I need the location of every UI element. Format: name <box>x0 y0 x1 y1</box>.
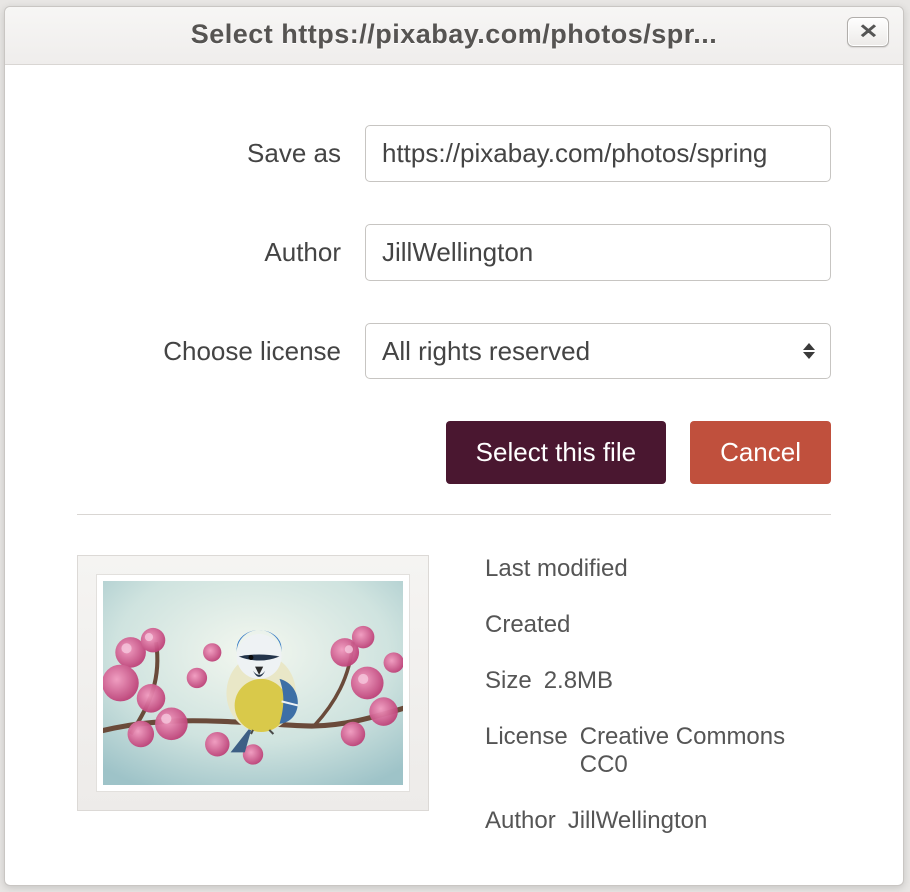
save-as-row: Save as <box>77 125 831 182</box>
save-as-label: Save as <box>77 138 365 169</box>
thumbnail-frame <box>77 555 429 811</box>
metadata-list: Last modified Created Size 2.8MB License… <box>485 555 831 863</box>
file-metadata-section: Last modified Created Size 2.8MB License… <box>77 555 831 863</box>
close-button[interactable]: ✕ <box>847 17 889 47</box>
meta-value: JillWellington <box>568 807 708 835</box>
meta-label: Author <box>485 807 556 835</box>
meta-label: Created <box>485 611 570 639</box>
meta-label: Size <box>485 667 532 695</box>
license-row: Choose license All rights reserved <box>77 323 831 379</box>
meta-license: License Creative Commons CC0 <box>485 723 831 779</box>
dialog-body: Save as Author Choose license All rights… <box>5 65 903 886</box>
meta-created: Created <box>485 611 831 639</box>
save-as-input[interactable] <box>365 125 831 182</box>
meta-value: 2.8MB <box>544 667 613 695</box>
meta-last-modified: Last modified <box>485 555 831 583</box>
meta-label: License <box>485 723 568 779</box>
close-icon: ✕ <box>858 22 878 42</box>
dialog-title: Select https://pixabay.com/photos/spr... <box>191 19 718 50</box>
meta-author: Author JillWellington <box>485 807 831 835</box>
license-label: Choose license <box>77 336 365 367</box>
license-select[interactable]: All rights reserved <box>365 323 831 379</box>
thumbnail-image <box>103 581 403 785</box>
author-label: Author <box>77 237 365 268</box>
divider <box>77 514 831 515</box>
author-input[interactable] <box>365 224 831 281</box>
file-select-dialog: Select https://pixabay.com/photos/spr...… <box>4 6 904 886</box>
author-row: Author <box>77 224 831 281</box>
select-file-button[interactable]: Select this file <box>446 421 666 484</box>
meta-label: Last modified <box>485 555 628 583</box>
button-row: Select this file Cancel <box>77 421 831 484</box>
meta-value: Creative Commons CC0 <box>580 723 831 779</box>
thumbnail-inner <box>96 574 410 792</box>
cancel-button[interactable]: Cancel <box>690 421 831 484</box>
dialog-header: Select https://pixabay.com/photos/spr...… <box>5 7 903 65</box>
meta-size: Size 2.8MB <box>485 667 831 695</box>
